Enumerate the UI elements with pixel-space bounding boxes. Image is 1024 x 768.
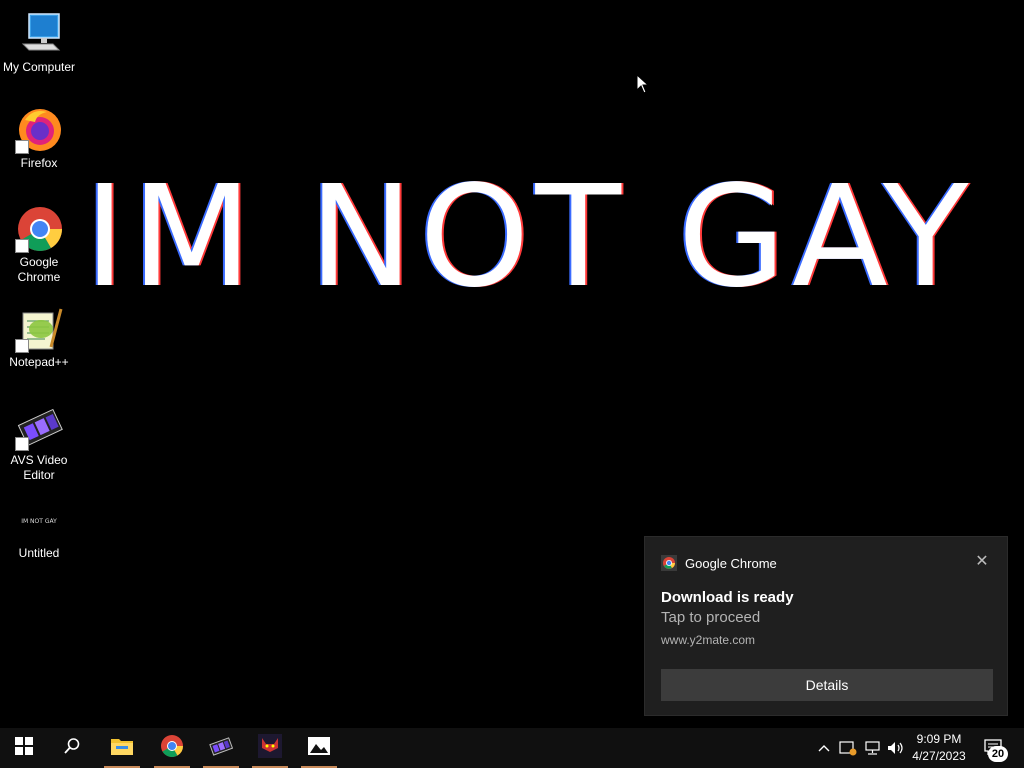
taskbar: 9:09 PM 4/27/2023 20 <box>0 728 1024 768</box>
toast-title: Download is ready <box>661 589 794 606</box>
search-button[interactable] <box>48 728 96 768</box>
desktop-icon-label: Firefox <box>20 156 58 170</box>
start-button[interactable] <box>0 728 48 768</box>
taskbar-avs-video[interactable] <box>197 728 245 768</box>
shortcut-arrow-icon <box>15 140 29 154</box>
toast-notification[interactable]: Google Chrome ✕ Download is ready Tap to… <box>644 536 1008 716</box>
desktop-icon-firefox[interactable]: Firefox <box>0 106 78 171</box>
show-hidden-icons-icon[interactable] <box>814 738 834 758</box>
desktop-icon-avs-video-editor[interactable]: AVS Video Editor <box>0 403 78 483</box>
search-icon <box>63 737 81 760</box>
taskbar-nitw[interactable] <box>246 728 294 768</box>
shortcut-arrow-icon <box>15 437 29 451</box>
details-button[interactable]: Details <box>661 669 993 701</box>
desktop-icon-untitled[interactable]: IM NOT GAY Untitled <box>0 512 78 561</box>
firefox-icon <box>15 106 63 154</box>
avs-video-editor-icon <box>15 403 63 451</box>
network-icon[interactable] <box>862 738 882 758</box>
toast-app-name: Google Chrome <box>685 555 777 571</box>
notification-count-badge: 20 <box>988 746 1008 762</box>
computer-icon <box>15 10 63 58</box>
taskbar-clock[interactable]: 9:09 PM 4/27/2023 <box>906 731 972 765</box>
clock-date: 4/27/2023 <box>912 749 966 763</box>
desktop-icon-label: Notepad++ <box>9 355 69 369</box>
desktop-icon-google-chrome[interactable]: Google Chrome <box>0 205 78 285</box>
wallpaper-text: IM NOT GAY <box>84 156 975 319</box>
image-thumbnail: IM NOT GAY <box>21 518 57 525</box>
desktop-icon-label: My Computer <box>2 60 76 74</box>
volume-icon[interactable] <box>886 738 906 758</box>
chrome-icon <box>160 734 184 763</box>
chrome-icon <box>661 555 677 571</box>
shortcut-arrow-icon <box>15 239 29 253</box>
file-explorer-icon <box>110 736 134 761</box>
shortcut-arrow-icon <box>15 339 29 353</box>
desktop-icon-label: AVS Video Editor <box>10 453 68 482</box>
desktop-icon-label: Untitled <box>18 546 60 560</box>
taskbar-chrome[interactable] <box>148 728 196 768</box>
desktop-icon-notepadpp[interactable]: Notepad++ <box>0 305 78 370</box>
avs-video-icon <box>209 735 234 762</box>
photos-icon <box>307 736 331 761</box>
mouse-cursor-icon <box>636 73 650 99</box>
start-icon <box>15 736 33 760</box>
toast-body: Tap to proceed <box>661 609 761 626</box>
toast-source: www.y2mate.com <box>661 633 756 647</box>
clock-time: 9:09 PM <box>916 732 962 746</box>
taskbar-file-explorer[interactable] <box>98 728 146 768</box>
desktop-icon-label: Google Chrome <box>17 255 61 284</box>
notepadpp-icon <box>15 305 63 353</box>
security-warning-icon[interactable] <box>838 738 858 758</box>
taskbar-photos[interactable] <box>295 728 343 768</box>
toast-app-header: Google Chrome <box>661 555 777 571</box>
chrome-icon <box>15 205 63 253</box>
close-icon[interactable]: ✕ <box>973 553 991 571</box>
desktop: IM NOT GAY My Computer Firefox Google Ch… <box>0 0 1024 728</box>
desktop-icon-my-computer[interactable]: My Computer <box>0 10 78 75</box>
nitw-icon <box>258 733 282 763</box>
